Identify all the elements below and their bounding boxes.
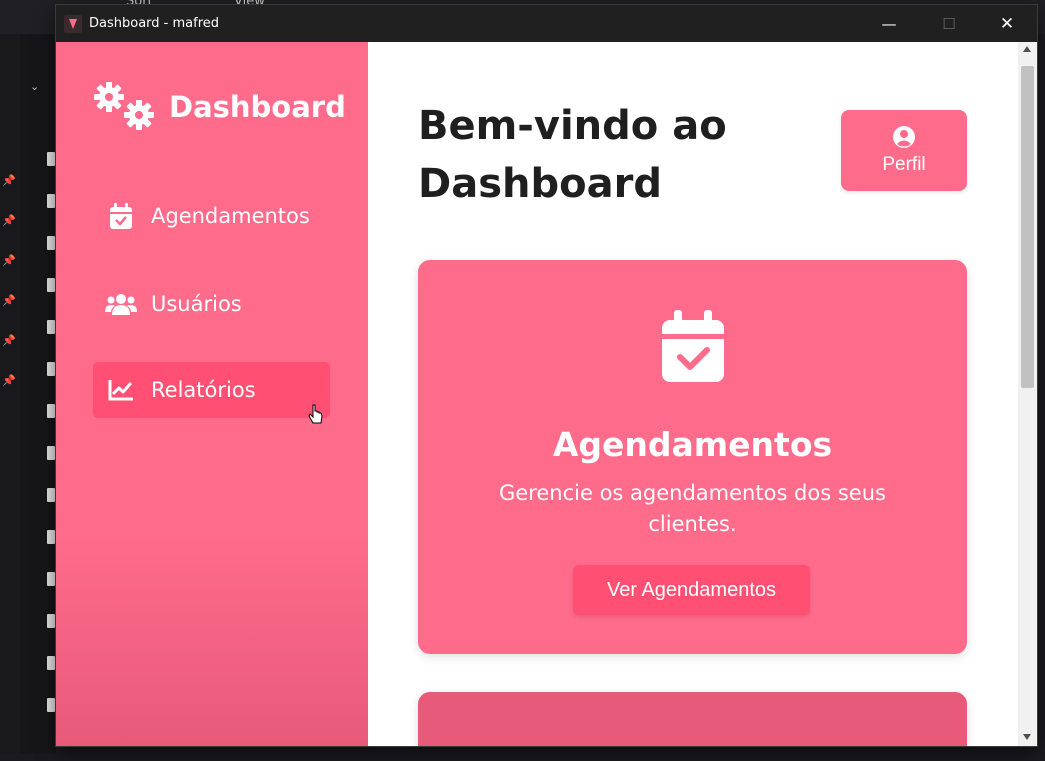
file-icon — [47, 614, 55, 628]
file-icon — [47, 656, 55, 670]
scroll-up-arrow-icon[interactable] — [1023, 46, 1031, 52]
background-file-column — [20, 34, 56, 754]
file-icon — [47, 446, 55, 460]
sidebar-item-relatorios[interactable]: Relatórios — [93, 362, 330, 418]
calendar-check-icon — [660, 310, 726, 384]
pin-icon: 📌 — [2, 374, 16, 387]
file-icon — [47, 152, 55, 166]
file-icon — [47, 488, 55, 502]
window-titlebar[interactable]: Dashboard - mafred — ☐ ✕ — [56, 5, 1037, 42]
chart-line-icon — [105, 379, 137, 401]
user-circle-icon — [893, 125, 915, 152]
page-title: Bem-vindo ao Dashboard — [418, 103, 727, 207]
card-title: Agendamentos — [552, 425, 833, 464]
sidebar: Dashboard Agendamentos Usuários Relatóri… — [56, 42, 368, 746]
file-icon — [47, 194, 55, 208]
sidebar-brand: Dashboard — [93, 82, 346, 132]
minimize-button[interactable]: — — [859, 5, 919, 42]
pin-icon: 📌 — [2, 294, 16, 307]
pin-icon: 📌 — [2, 174, 16, 187]
card-description: Gerencie os agendamentos dos seus client… — [499, 481, 886, 536]
file-icon — [47, 572, 55, 586]
scrollbar-thumb[interactable] — [1021, 66, 1034, 388]
sidebar-item-agendamentos[interactable]: Agendamentos — [93, 188, 330, 244]
main-content: Bem-vindo ao Dashboard Perfil Agendament… — [368, 42, 1018, 746]
sidebar-item-label: Usuários — [151, 292, 242, 316]
file-icon — [47, 530, 55, 544]
card-agendamentos: Agendamentos Gerencie os agendamentos do… — [418, 260, 967, 654]
file-icon — [47, 236, 55, 250]
app-window: Dashboard - mafred — ☐ ✕ Dashboard Agend… — [56, 5, 1037, 746]
users-icon — [105, 292, 137, 316]
card-next — [418, 692, 967, 746]
file-icon — [47, 320, 55, 334]
gears-icon — [93, 81, 157, 133]
app-icon — [64, 15, 82, 33]
maximize-button[interactable]: ☐ — [919, 5, 979, 42]
pin-icon: 📌 — [2, 214, 16, 227]
brand-title: Dashboard — [169, 90, 346, 124]
calendar-check-icon — [105, 203, 137, 229]
sidebar-item-label: Agendamentos — [151, 204, 310, 228]
sidebar-item-usuarios[interactable]: Usuários — [93, 276, 330, 332]
sidebar-item-label: Relatórios — [151, 378, 256, 402]
chevron-down-icon[interactable]: ⌄ — [30, 80, 39, 93]
vertical-scrollbar[interactable] — [1018, 42, 1037, 746]
pin-icon: 📌 — [2, 254, 16, 267]
file-icon — [47, 698, 55, 712]
profile-button[interactable]: Perfil — [841, 110, 967, 191]
close-button[interactable]: ✕ — [977, 5, 1037, 42]
file-icon — [47, 404, 55, 418]
ver-agendamentos-button[interactable]: Ver Agendamentos — [573, 565, 810, 615]
scroll-down-arrow-icon[interactable] — [1023, 734, 1031, 740]
background-pin-column: 📌 📌 📌 📌 📌 📌 — [0, 34, 20, 754]
mouse-cursor-icon — [308, 404, 324, 426]
file-icon — [47, 362, 55, 376]
profile-button-label: Perfil — [882, 153, 926, 175]
file-icon — [47, 278, 55, 292]
window-title: Dashboard - mafred — [89, 16, 219, 31]
pin-icon: 📌 — [2, 334, 16, 347]
